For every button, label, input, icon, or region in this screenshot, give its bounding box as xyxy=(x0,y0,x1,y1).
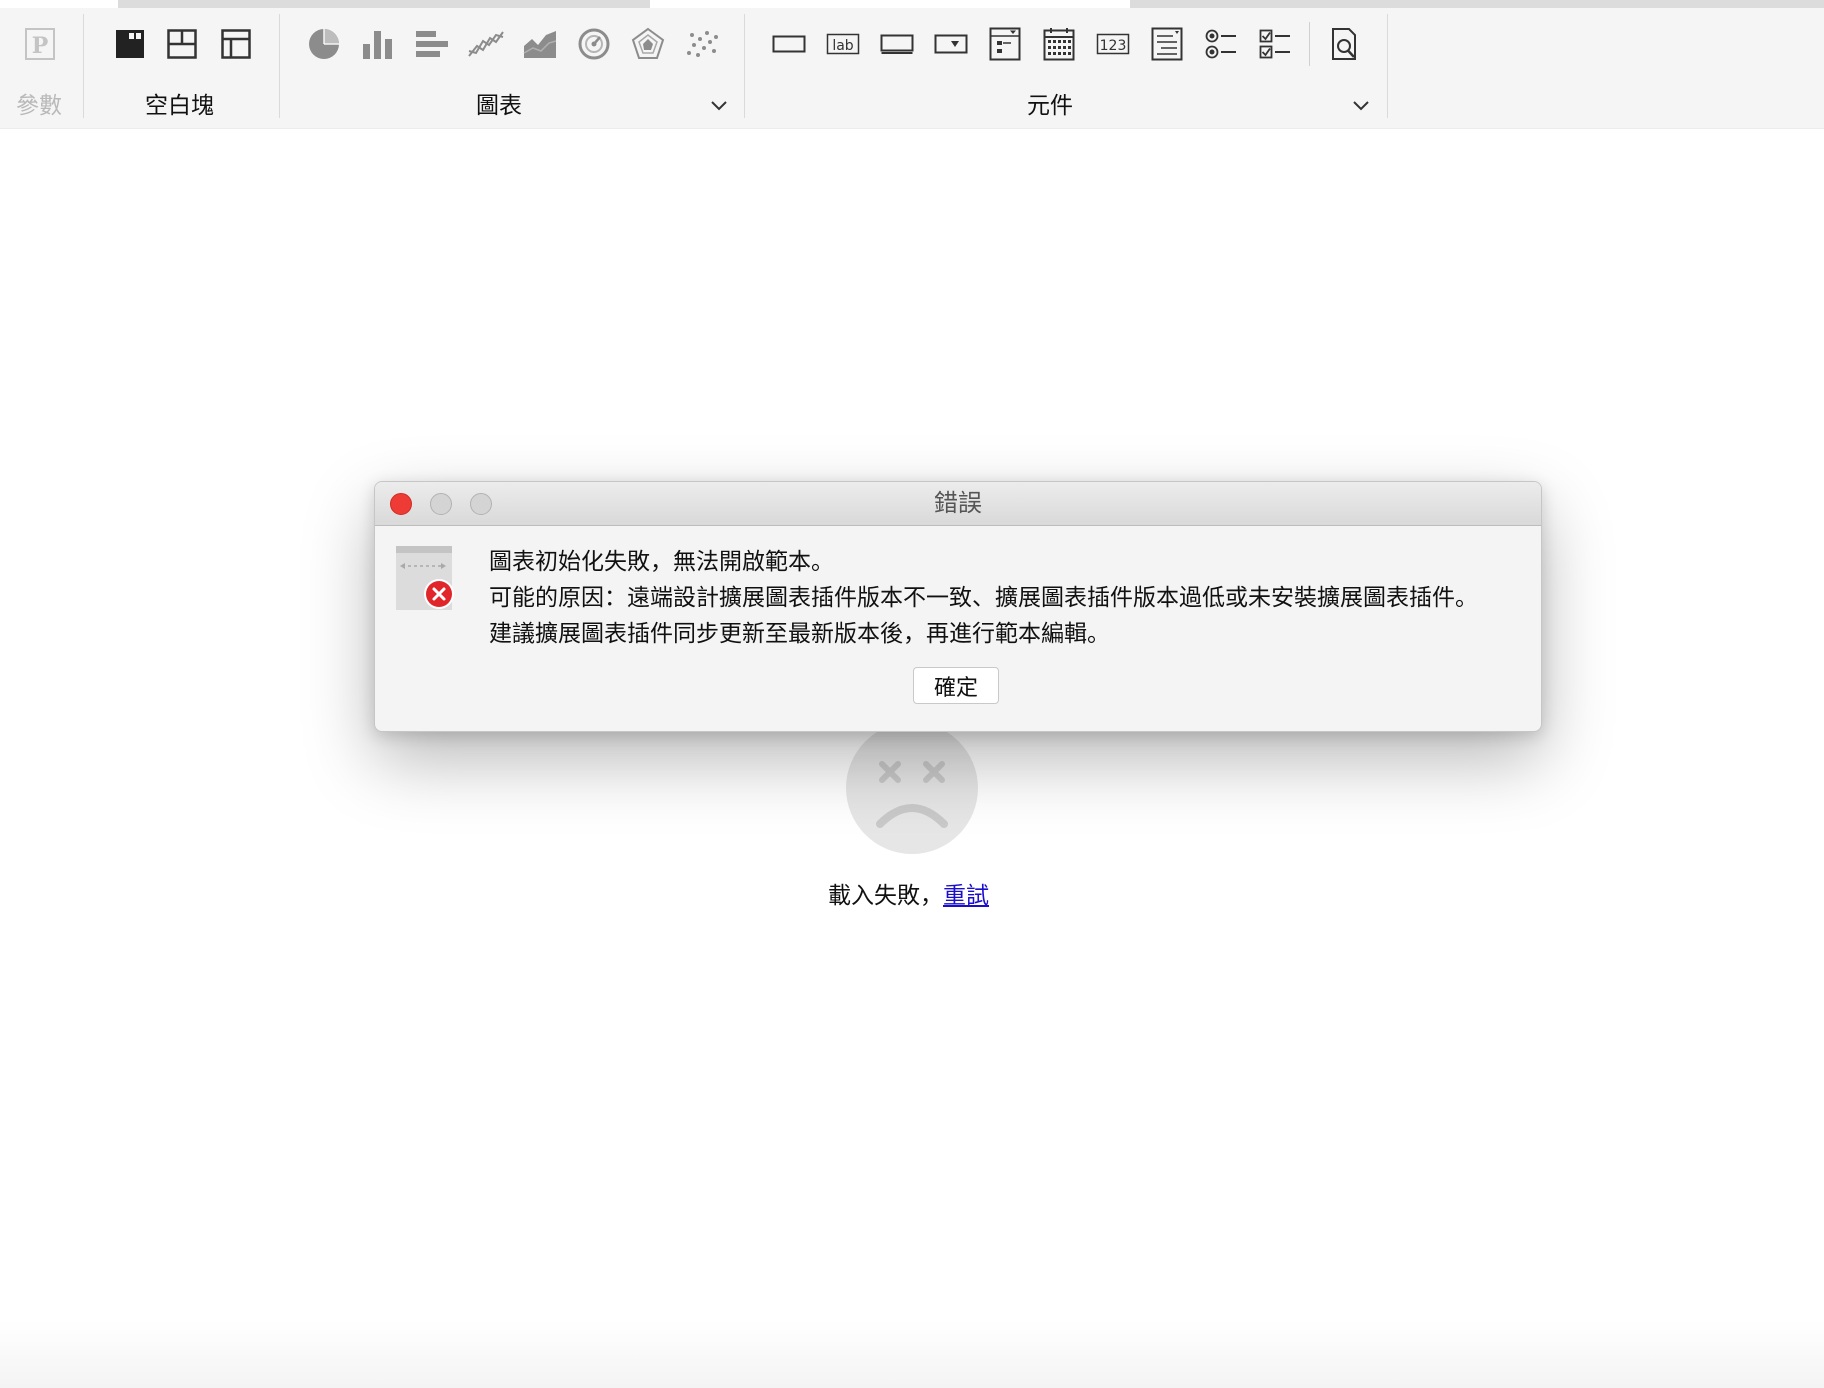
parameter-p-icon[interactable]: P xyxy=(20,24,60,64)
line-chart-icon[interactable] xyxy=(466,24,506,64)
error-message-line: 可能的原因：遠端設計擴展圖表插件版本不一致、擴展圖表插件版本過低或未安裝擴展圖表… xyxy=(489,585,1478,611)
chart-group: 圖表 xyxy=(280,8,744,128)
error-message-line: 圖表初始化失敗，無法開啟範本。 xyxy=(489,549,834,575)
radio-group-icon[interactable] xyxy=(1201,24,1241,64)
parameter-group: P 參數 xyxy=(0,8,84,128)
tab-indicator xyxy=(1130,0,1824,8)
svg-text:lab: lab xyxy=(832,38,853,54)
blank-block-group-label: 空白塊 xyxy=(145,93,214,119)
component-toolbar: P 參數 空白塊 圖表 lab 123 元件 xyxy=(0,8,1824,129)
tab-strip xyxy=(0,0,1824,8)
error-message: 圖表初始化失敗，無法開啟範本。 可能的原因：遠端設計擴展圖表插件版本不一致、擴展… xyxy=(489,544,1529,652)
group-divider xyxy=(1387,14,1388,118)
load-failed-text: 載入失敗， xyxy=(828,883,943,909)
blank-block-group: 空白塊 xyxy=(84,8,280,128)
chevron-down-icon[interactable] xyxy=(708,94,730,116)
text-area-icon[interactable] xyxy=(1147,24,1187,64)
dropdown-tree-icon[interactable] xyxy=(985,24,1025,64)
query-button-icon[interactable] xyxy=(1325,24,1365,64)
date-picker-icon[interactable] xyxy=(1039,24,1079,64)
error-message-line: 建議擴展圖表插件同步更新至最新版本後，再進行範本編輯。 xyxy=(489,621,1110,647)
group-divider xyxy=(1309,22,1310,66)
column-chart-icon[interactable] xyxy=(358,24,398,64)
template-error-icon xyxy=(396,546,458,610)
gauge-chart-icon[interactable] xyxy=(574,24,614,64)
ok-button[interactable]: 確定 xyxy=(913,667,999,704)
bottom-edge xyxy=(0,1320,1824,1388)
area-chart-icon[interactable] xyxy=(520,24,560,64)
checkbox-group-icon[interactable] xyxy=(1255,24,1295,64)
load-failed-message: 載入失敗，重試 xyxy=(828,876,989,910)
button-icon[interactable] xyxy=(877,24,917,64)
number-field-icon[interactable]: 123 xyxy=(1093,24,1133,64)
chart-group-label: 圖表 xyxy=(476,93,522,119)
dialog-titlebar[interactable]: 錯誤 xyxy=(375,482,1541,526)
widget-group: lab 123 元件 xyxy=(745,8,1387,128)
tab-indicator xyxy=(118,0,650,8)
chevron-down-icon[interactable] xyxy=(1350,94,1372,116)
bar-chart-icon[interactable] xyxy=(412,24,452,64)
pie-chart-icon[interactable] xyxy=(304,24,344,64)
sad-face-icon xyxy=(846,722,978,854)
retry-link[interactable]: 重試 xyxy=(943,883,989,909)
split-layout-block-icon[interactable] xyxy=(162,24,202,64)
widget-group-label: 元件 xyxy=(1027,93,1073,119)
tab-layout-block-icon[interactable] xyxy=(216,24,256,64)
error-dialog: 錯誤 圖表初始化失敗，無法開啟範本。 可能的原因：遠端設計擴展圖表插件版本不一致… xyxy=(374,481,1542,732)
dialog-title: 錯誤 xyxy=(934,489,982,517)
svg-text:123: 123 xyxy=(1100,38,1127,54)
scatter-chart-icon[interactable] xyxy=(682,24,722,64)
radar-chart-icon[interactable] xyxy=(628,24,668,64)
label-icon[interactable]: lab xyxy=(823,24,863,64)
text-field-icon[interactable] xyxy=(769,24,809,64)
absolute-layout-block-icon[interactable] xyxy=(110,24,150,64)
dropdown-icon[interactable] xyxy=(931,24,971,64)
svg-text:P: P xyxy=(32,33,49,59)
parameter-group-label: 參數 xyxy=(16,93,62,119)
